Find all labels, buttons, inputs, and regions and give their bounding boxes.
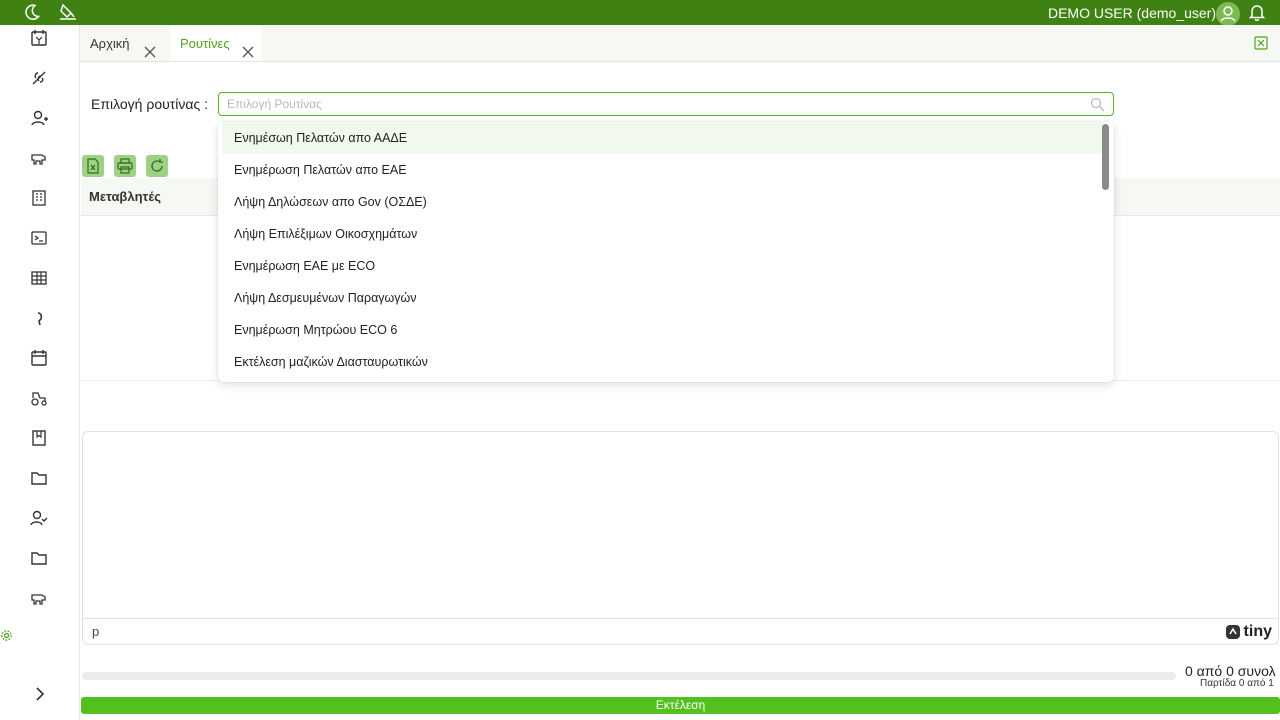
close-icon[interactable] bbox=[241, 36, 255, 58]
routine-select[interactable]: Επιλογή Ρουτίνας bbox=[218, 92, 1114, 116]
print-button[interactable] bbox=[114, 155, 136, 177]
dropdown-option[interactable]: Ενημέσωη Πελατών απο ΑΑΔΕ bbox=[222, 122, 1102, 154]
users-icon[interactable] bbox=[30, 509, 48, 527]
cow-icon[interactable] bbox=[30, 149, 48, 167]
tractor-icon[interactable] bbox=[30, 389, 48, 407]
user-name[interactable]: DEMO USER (demo_user) bbox=[1048, 5, 1216, 21]
cow-icon[interactable] bbox=[30, 589, 48, 607]
bell-icon[interactable] bbox=[1248, 3, 1266, 22]
rich-text-editor[interactable]: p tiny bbox=[82, 431, 1279, 645]
tab-routines[interactable]: Ρουτίνες bbox=[170, 25, 262, 61]
building-icon[interactable] bbox=[30, 189, 48, 207]
table-icon[interactable] bbox=[30, 269, 48, 287]
leaf-icon[interactable] bbox=[30, 309, 48, 327]
user-plus-icon[interactable] bbox=[30, 109, 48, 127]
tab-bar: Αρχική Ρουτίνες bbox=[80, 25, 1280, 62]
tab-routines-label: Ρουτίνες bbox=[180, 36, 230, 51]
run-button[interactable]: Εκτέλεση bbox=[81, 697, 1280, 714]
calendar-icon[interactable] bbox=[30, 349, 48, 367]
dropdown-option[interactable]: Λήψη Δεσμευμένων Παραγωγών bbox=[222, 282, 1102, 314]
editor-status-bar: p tiny bbox=[83, 618, 1278, 644]
folder-icon[interactable] bbox=[30, 469, 48, 487]
sidebar bbox=[0, 25, 80, 720]
dropdown-option[interactable]: Ενημέρωση Μητρώου ECO 6 bbox=[222, 314, 1102, 346]
dropdown-option[interactable]: Εκτέλεση μαζικών Διασταυρωτικών bbox=[222, 346, 1102, 378]
print-icon bbox=[117, 158, 133, 174]
moon-icon[interactable] bbox=[22, 2, 42, 22]
tab-home[interactable]: Αρχική bbox=[80, 25, 170, 61]
editor-element-path[interactable]: p bbox=[92, 624, 99, 639]
avatar-icon[interactable] bbox=[1216, 2, 1240, 26]
routine-select-label: Επιλογή ρουτίνας : bbox=[91, 96, 209, 112]
refresh-button[interactable] bbox=[146, 155, 168, 177]
routine-dropdown: Ενημέσωη Πελατών απο ΑΑΔΕ Ενημέρωση Πελα… bbox=[218, 122, 1114, 382]
variables-column-header[interactable]: Μεταβλητές bbox=[89, 189, 161, 204]
excel-export-icon bbox=[87, 158, 99, 174]
terminal-icon[interactable] bbox=[30, 229, 48, 247]
folder-icon[interactable] bbox=[30, 549, 48, 567]
refresh-icon bbox=[151, 159, 163, 172]
dropdown-option[interactable]: Ενημέρωση ΕΑΕ με ECO bbox=[222, 250, 1102, 282]
tiny-logo[interactable]: tiny bbox=[1225, 623, 1272, 641]
excel-export-button[interactable] bbox=[82, 155, 104, 177]
tiny-logo-text: tiny bbox=[1243, 623, 1272, 640]
gear-icon[interactable] bbox=[0, 629, 13, 642]
record-counter: 0 από 0 συνολ bbox=[1185, 663, 1276, 679]
search-icon bbox=[1090, 97, 1105, 112]
tiny-logo-icon bbox=[1225, 625, 1240, 639]
tab-home-label: Αρχική bbox=[90, 36, 130, 51]
chevron-right-icon[interactable] bbox=[31, 685, 49, 703]
dropdown-option[interactable]: Λήψη Επιλέξιμων Οικοσχημάτων bbox=[222, 218, 1102, 250]
close-icon[interactable] bbox=[143, 36, 157, 58]
dropdown-option[interactable]: Λήψη Δηλώσεων απο Gov (ΟΣΔΕ) bbox=[222, 186, 1102, 218]
page-info: Παρτίδα 0 από 1 bbox=[1200, 678, 1274, 689]
book-icon[interactable] bbox=[30, 429, 48, 447]
dropdown-option[interactable]: Ενημέρωση Πελατών απο ΕΑΕ bbox=[222, 154, 1102, 186]
routine-select-placeholder: Επιλογή Ρουτίνας bbox=[227, 97, 322, 111]
plant-icon[interactable] bbox=[30, 69, 48, 87]
calendar-yen-icon[interactable] bbox=[30, 29, 48, 47]
paint-icon[interactable] bbox=[58, 2, 78, 22]
close-all-tabs-icon[interactable] bbox=[1254, 36, 1268, 50]
top-bar: DEMO USER (demo_user) bbox=[0, 0, 1280, 26]
progress-bar bbox=[82, 672, 1176, 680]
dropdown-scrollbar[interactable] bbox=[1102, 124, 1109, 190]
